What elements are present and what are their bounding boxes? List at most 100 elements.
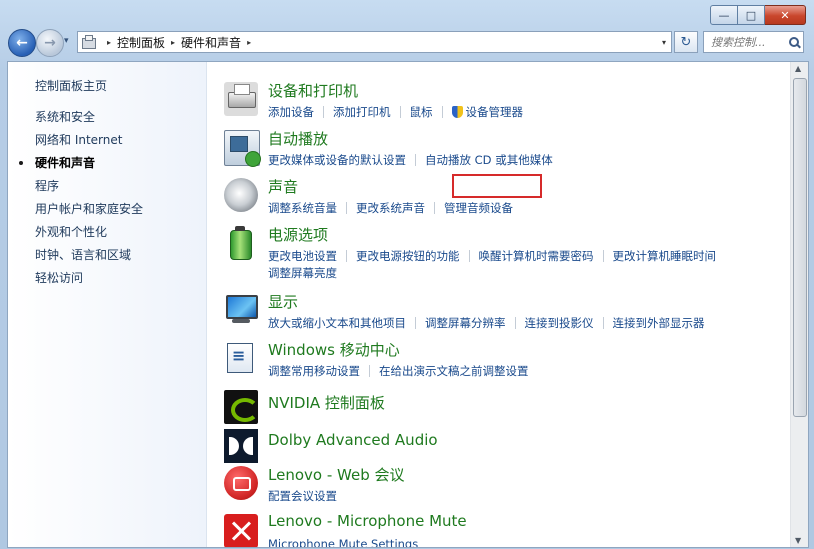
link-add-device[interactable]: 添加设备 xyxy=(268,105,314,119)
category-title-lenovo-web[interactable]: Lenovo - Web 会议 xyxy=(268,464,404,485)
link-add-printer[interactable]: 添加打印机 xyxy=(333,105,391,119)
link-mobility-settings[interactable]: 调整常用移动设置 xyxy=(268,364,360,378)
chevron-right-icon[interactable]: ▸ xyxy=(107,38,111,47)
category-title-nvidia[interactable]: NVIDIA 控制面板 xyxy=(268,392,385,413)
sidebar-item-network-internet[interactable]: 网络和 Internet xyxy=(35,132,143,155)
sidebar-item-appearance[interactable]: 外观和个性化 xyxy=(35,224,143,247)
scroll-thumb[interactable] xyxy=(793,78,807,417)
link-separator xyxy=(346,250,347,262)
arrow-left-icon: ← xyxy=(16,35,28,51)
main-pane: 设备和打印机 添加设备 添加打印机 鼠标 设备管理器 自动播放 更改媒体或设备的默认设… xyxy=(206,62,790,547)
chevron-right-icon[interactable]: ▸ xyxy=(247,38,251,47)
link-screen-resolution[interactable]: 调整屏幕分辨率 xyxy=(425,316,506,330)
link-external-display[interactable]: 连接到外部显示器 xyxy=(613,316,705,330)
control-panel-window: — □ ✕ ← → ▾ ▸ 控制面板 ▸ 硬件和声音 ▸ ▾ ↻ 控制面板主页 … xyxy=(0,0,814,549)
link-device-manager[interactable]: 设备管理器 xyxy=(466,105,524,119)
breadcrumb-control-panel[interactable]: 控制面板 xyxy=(117,34,165,51)
link-change-sounds[interactable]: 更改系统声音 xyxy=(356,201,425,215)
link-autoplay-cd[interactable]: 自动播放 CD 或其他媒体 xyxy=(425,153,553,167)
category-links: 调整系统音量 更改系统声音 管理音频设备 xyxy=(268,200,788,217)
battery-icon[interactable] xyxy=(224,226,258,260)
breadcrumb-hardware-sound[interactable]: 硬件和声音 xyxy=(181,34,241,51)
link-projector[interactable]: 连接到投影仪 xyxy=(525,316,594,330)
speaker-icon[interactable] xyxy=(224,178,258,212)
link-separator xyxy=(602,317,604,329)
link-mic-mute-settings[interactable]: Microphone Mute Settings xyxy=(268,537,418,547)
chevron-right-icon[interactable]: ▸ xyxy=(171,38,175,47)
search-box[interactable] xyxy=(703,31,804,53)
refresh-button[interactable]: ↻ xyxy=(674,31,698,53)
category-links: Microphone Mute Settings xyxy=(268,536,788,547)
monitor-icon[interactable] xyxy=(224,293,258,327)
control-panel-home-link[interactable]: 控制面板主页 xyxy=(35,77,107,94)
sidebar-item-hardware-sound[interactable]: 硬件和声音 xyxy=(18,155,143,178)
minimize-button[interactable]: — xyxy=(710,5,738,25)
category-title-mobility-center[interactable]: Windows 移动中心 xyxy=(268,339,400,360)
link-manage-audio-devices[interactable]: 管理音频设备 xyxy=(444,201,513,215)
sidebar-item-programs[interactable]: 程序 xyxy=(35,178,143,201)
category-title-sound[interactable]: 声音 xyxy=(268,176,298,197)
sidebar-item-user-accounts[interactable]: 用户帐户和家庭安全 xyxy=(35,201,143,224)
category-nav-list: 系统和安全 网络和 Internet 硬件和声音 程序 用户帐户和家庭安全 外观… xyxy=(18,109,143,293)
category-title-lenovo-mic[interactable]: Lenovo - Microphone Mute xyxy=(268,512,467,530)
dolby-icon[interactable] xyxy=(224,429,258,463)
category-links: 配置会议设置 xyxy=(268,488,788,505)
mic-mute-icon[interactable] xyxy=(224,514,258,547)
link-screen-brightness[interactable]: 调整屏幕亮度 xyxy=(268,266,337,280)
window-controls: — □ ✕ xyxy=(710,5,806,25)
link-change-media-defaults[interactable]: 更改媒体或设备的默认设置 xyxy=(268,153,406,167)
link-mouse[interactable]: 鼠标 xyxy=(410,105,433,119)
close-button[interactable]: ✕ xyxy=(765,5,806,25)
autoplay-icon[interactable] xyxy=(224,130,261,167)
back-button[interactable]: ← xyxy=(8,29,36,57)
recent-pages-dropdown[interactable]: ▾ xyxy=(64,36,69,46)
nvidia-icon[interactable] xyxy=(224,390,259,424)
arrow-right-icon: → xyxy=(44,35,56,51)
category-links: 放大或缩小文本和其他项目 调整屏幕分辨率 连接到投影仪 连接到外部显示器 xyxy=(268,315,788,332)
link-wake-password[interactable]: 唤醒计算机时需要密码 xyxy=(479,249,594,263)
link-separator xyxy=(399,106,401,118)
link-separator xyxy=(602,250,604,262)
link-separator xyxy=(434,202,435,214)
category-links: 调整常用移动设置 在给出演示文稿之前调整设置 xyxy=(268,363,788,380)
category-title-dolby[interactable]: Dolby Advanced Audio xyxy=(268,431,438,449)
printer-icon[interactable] xyxy=(224,82,258,116)
scroll-up-icon[interactable]: ▲ xyxy=(795,64,801,73)
link-separator xyxy=(323,106,324,118)
category-links: 添加设备 添加打印机 鼠标 设备管理器 xyxy=(268,104,788,121)
category-title-power-options[interactable]: 电源选项 xyxy=(268,224,328,245)
link-separator xyxy=(415,154,416,166)
link-separator xyxy=(346,202,347,214)
left-navigation-pane: 控制面板主页 系统和安全 网络和 Internet 硬件和声音 程序 用户帐户和… xyxy=(8,62,207,547)
category-links: 更改媒体或设备的默认设置 自动播放 CD 或其他媒体 xyxy=(268,152,788,169)
category-title-devices-printers[interactable]: 设备和打印机 xyxy=(268,80,358,101)
link-power-button[interactable]: 更改电源按钮的功能 xyxy=(356,249,460,263)
forward-button[interactable]: → xyxy=(36,29,64,57)
link-separator xyxy=(514,317,516,329)
link-battery-settings[interactable]: 更改电池设置 xyxy=(268,249,337,263)
address-dropdown-button[interactable]: ▾ xyxy=(657,38,671,47)
sidebar-item-ease-of-access[interactable]: 轻松访问 xyxy=(35,270,143,293)
mobility-center-icon[interactable] xyxy=(224,341,258,375)
search-icon[interactable] xyxy=(789,37,799,47)
category-title-autoplay[interactable]: 自动播放 xyxy=(268,128,328,149)
link-text-size[interactable]: 放大或缩小文本和其他项目 xyxy=(268,316,406,330)
sidebar-item-clock-language-region[interactable]: 时钟、语言和区域 xyxy=(35,247,143,270)
link-sleep-time[interactable]: 更改计算机睡眠时间 xyxy=(613,249,717,263)
sidebar-item-system-security[interactable]: 系统和安全 xyxy=(35,109,143,132)
link-adjust-volume[interactable]: 调整系统音量 xyxy=(268,201,337,215)
vertical-scrollbar[interactable]: ▲ ▼ xyxy=(790,62,808,547)
category-title-display[interactable]: 显示 xyxy=(268,291,298,312)
webcam-icon[interactable] xyxy=(224,466,258,500)
link-presentation-settings[interactable]: 在给出演示文稿之前调整设置 xyxy=(379,364,529,378)
content-area: 控制面板主页 系统和安全 网络和 Internet 硬件和声音 程序 用户帐户和… xyxy=(7,61,809,548)
link-separator xyxy=(415,317,416,329)
address-bar[interactable]: ▸ 控制面板 ▸ 硬件和声音 ▸ ▾ xyxy=(77,31,672,53)
highlight-box xyxy=(452,174,542,198)
scroll-down-icon[interactable]: ▼ xyxy=(795,536,801,545)
uac-shield-icon xyxy=(451,106,463,118)
link-meeting-settings[interactable]: 配置会议设置 xyxy=(268,489,337,503)
breadcrumb: ▸ 控制面板 ▸ 硬件和声音 ▸ xyxy=(101,34,257,51)
search-input[interactable] xyxy=(709,34,785,50)
maximize-button[interactable]: □ xyxy=(738,5,765,25)
